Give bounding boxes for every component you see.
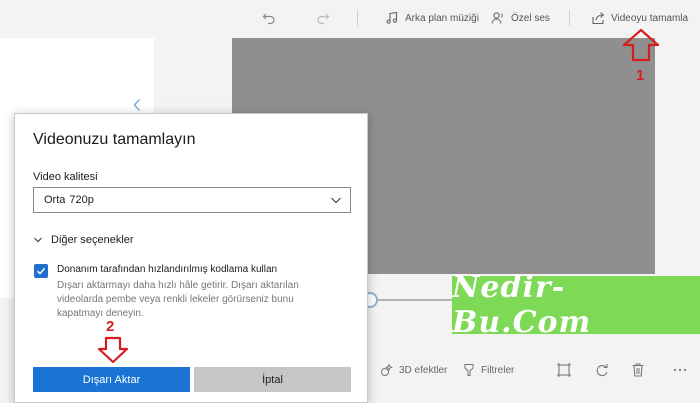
background-music-label: Arka plan müziği xyxy=(405,12,479,24)
video-quality-select[interactable]: Orta 720p xyxy=(33,187,351,213)
annotation-step-2: 2 xyxy=(106,318,115,335)
video-quality-value: Orta xyxy=(44,194,66,206)
redo-icon xyxy=(316,11,330,25)
finish-video-button[interactable]: Videoyu tamamla xyxy=(591,9,688,27)
watermark: Nedir-Bu.Com xyxy=(452,270,700,340)
video-quality-label: Video kalitesi xyxy=(33,171,98,183)
chevron-down-icon xyxy=(34,237,42,243)
video-quality-resolution: 720p xyxy=(69,194,94,206)
dialog-title: Videonuzu tamamlayın xyxy=(33,131,196,148)
crop-icon[interactable] xyxy=(556,362,572,378)
3d-effects-label: 3D efektler xyxy=(399,364,448,376)
more-options-label: Diğer seçenekler xyxy=(51,234,134,246)
toolbar-divider xyxy=(569,10,570,26)
filter-icon xyxy=(464,364,474,376)
annotation-arrow-up-icon xyxy=(622,28,660,62)
hardware-acceleration-description: Dışarı aktarmayı daha hızlı hâle getirir… xyxy=(57,280,299,319)
rotate-icon[interactable] xyxy=(594,362,610,378)
voice-icon xyxy=(491,11,505,25)
chevron-down-icon xyxy=(330,195,342,208)
top-toolbar: Arka plan müziği Özel ses Videoyu tamaml… xyxy=(0,0,700,36)
finish-video-label: Videoyu tamamla xyxy=(611,12,689,24)
custom-audio-button[interactable]: Özel ses xyxy=(491,9,550,27)
music-note-icon xyxy=(385,11,399,25)
more-options-expander[interactable]: Diğer seçenekler xyxy=(33,234,134,246)
hardware-acceleration-checkbox[interactable] xyxy=(34,264,48,278)
toolbar-divider xyxy=(357,10,358,26)
filters-button[interactable]: Filtreler xyxy=(462,362,514,378)
filters-label: Filtreler xyxy=(481,364,515,376)
trash-icon[interactable] xyxy=(630,362,646,378)
finish-video-dialog: Videonuzu tamamlayın Video kalitesi Orta… xyxy=(14,113,368,403)
undo-icon xyxy=(262,11,276,25)
custom-audio-label: Özel ses xyxy=(511,12,550,24)
undo-button[interactable] xyxy=(262,9,282,27)
redo-button[interactable] xyxy=(316,9,336,27)
share-icon xyxy=(591,11,605,25)
cancel-button[interactable]: İptal xyxy=(194,367,351,392)
3d-effects-icon xyxy=(381,363,394,376)
export-button[interactable]: Dışarı Aktar xyxy=(33,367,190,392)
hardware-acceleration-label: Donanım tarafından hızlandırılmış kodlam… xyxy=(57,264,278,275)
annotation-step-1: 1 xyxy=(636,67,645,84)
3d-effects-button[interactable]: 3D efektler xyxy=(380,362,447,378)
more-icon[interactable] xyxy=(672,362,688,378)
watermark-text: Nedir-Bu.Com xyxy=(452,270,592,340)
background-music-button[interactable]: Arka plan müziği xyxy=(385,9,479,27)
annotation-arrow-down-icon xyxy=(97,336,129,364)
check-icon xyxy=(36,267,46,275)
